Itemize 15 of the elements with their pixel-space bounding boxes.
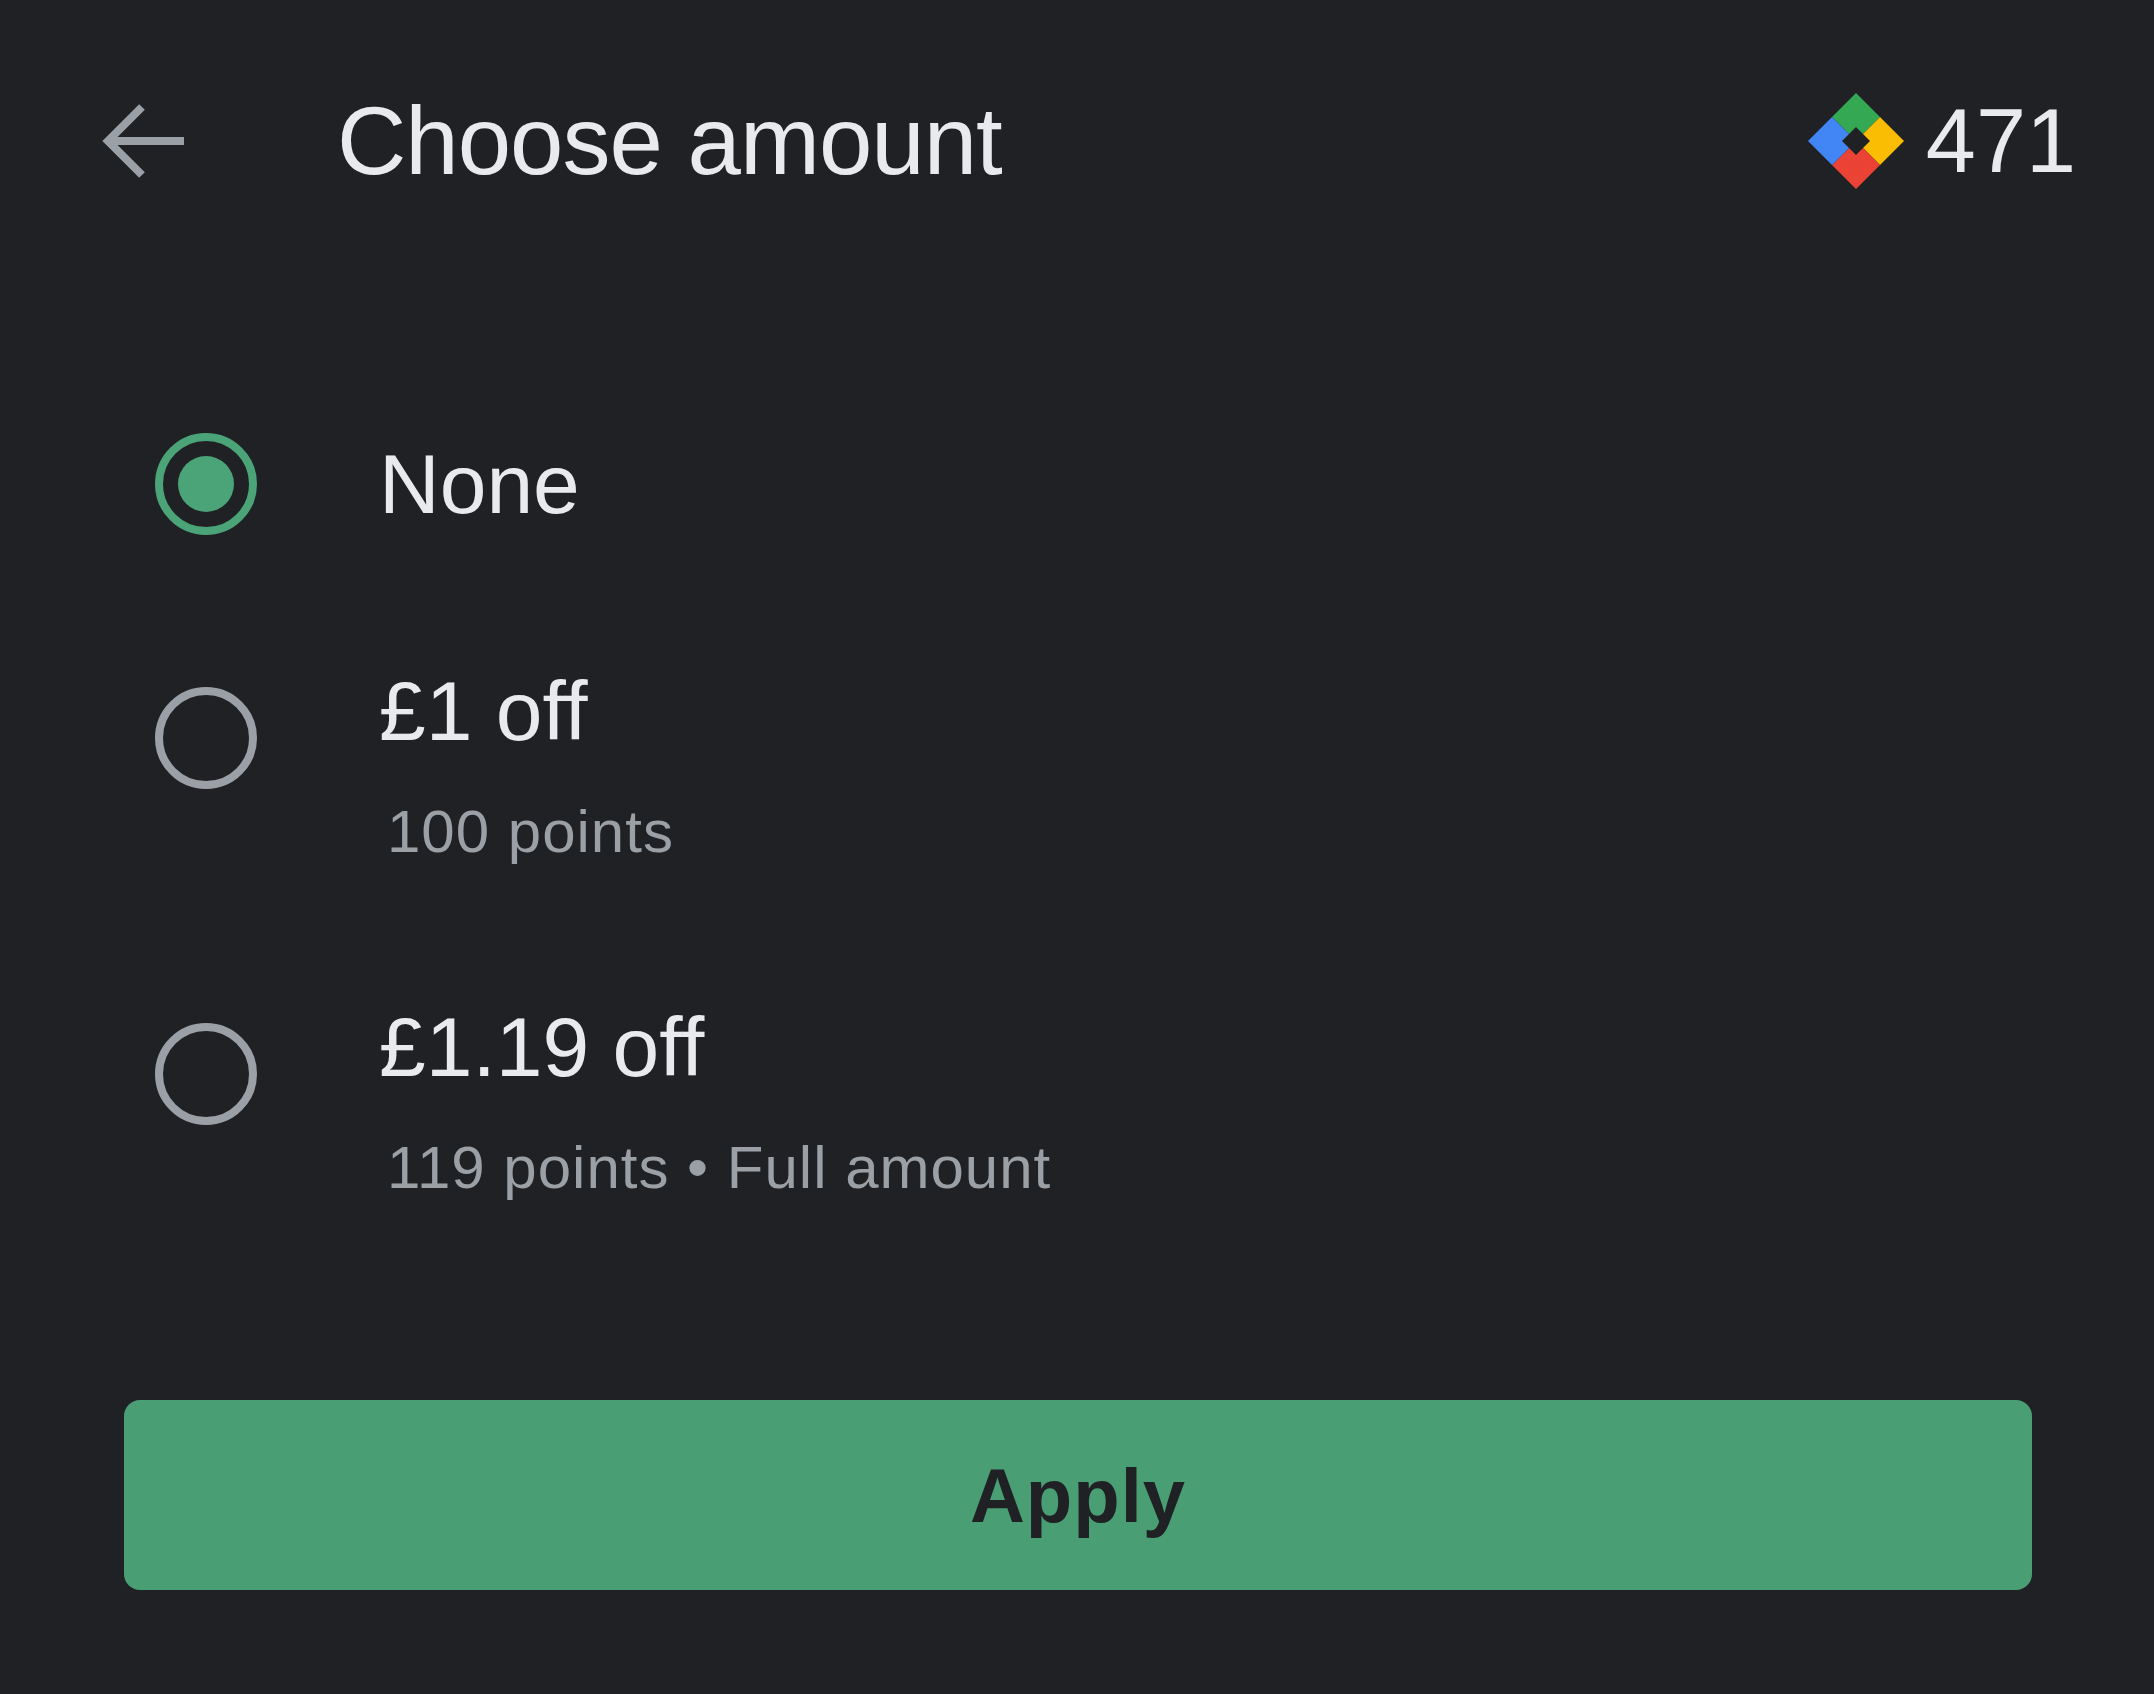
amount-option[interactable]: £1.19 off 119 points • Full amount (155, 993, 2154, 1210)
radio-button[interactable] (155, 687, 257, 789)
amount-option[interactable]: £1 off 100 points (155, 657, 2154, 874)
points-balance: 471 (1925, 89, 2076, 193)
option-label: None (379, 436, 580, 533)
option-detail: 119 points • Full amount (387, 1133, 1052, 1203)
radio-button[interactable] (155, 433, 257, 535)
radio-button[interactable] (155, 1023, 257, 1125)
option-label: £1.19 off (379, 999, 706, 1096)
apply-button[interactable]: Apply (124, 1400, 2032, 1590)
page-title: Choose amount (337, 86, 1003, 196)
option-detail: 100 points (387, 797, 674, 867)
option-label: £1 off (379, 663, 589, 760)
diamond-logo-icon (1807, 93, 1904, 189)
amount-option[interactable]: None (155, 430, 2154, 538)
